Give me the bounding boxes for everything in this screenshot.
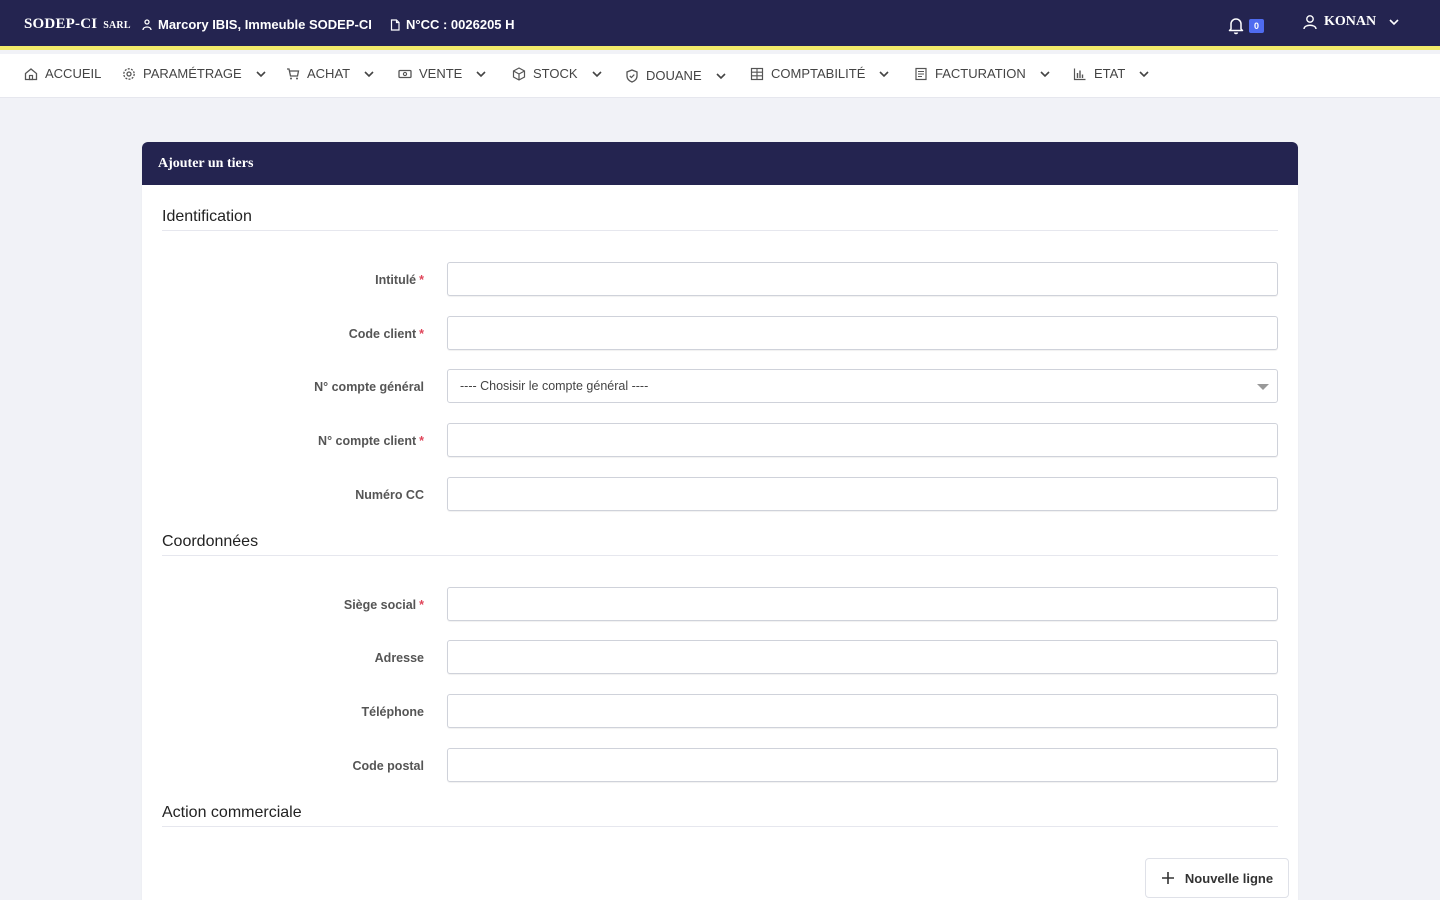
card-title: Ajouter un tiers — [142, 142, 1298, 185]
box-icon — [512, 66, 526, 81]
gear-icon — [123, 67, 135, 80]
document-icon — [390, 18, 400, 31]
invoice-icon — [915, 67, 927, 80]
user-menu[interactable]: KONAN — [1302, 14, 1400, 30]
chevron-down-icon — [879, 70, 889, 77]
chevron-down-icon — [1040, 70, 1050, 77]
chevron-down-icon — [716, 72, 726, 79]
chevron-down-icon — [1139, 70, 1149, 77]
location-icon — [142, 18, 152, 30]
location-text: Marcory IBIS, Immeuble SODEP-CI — [158, 17, 372, 32]
caret-down-icon — [1257, 384, 1269, 390]
telephone-label: Téléphone — [361, 705, 424, 719]
ncc-text: N°CC : 0026205 H — [406, 17, 515, 32]
chevron-down-icon — [256, 70, 266, 77]
nav-label: ACCUEIL — [45, 66, 102, 81]
nav-item-achat[interactable]: ACHAT — [286, 66, 375, 81]
chevron-down-icon — [591, 70, 602, 77]
nav-item-douane[interactable]: DOUANE — [625, 68, 727, 83]
bell-icon[interactable] — [1226, 15, 1246, 35]
nav-label: FACTURATION — [935, 66, 1026, 81]
nav-label: STOCK — [533, 66, 578, 81]
brand-suffix: SARL — [103, 20, 131, 31]
code-postal-input[interactable] — [447, 748, 1278, 782]
nav-item-comptabilite[interactable]: COMPTABILITÉ — [750, 66, 890, 81]
nav-label: COMPTABILITÉ — [771, 66, 866, 81]
money-icon — [398, 69, 412, 78]
company-location: Marcory IBIS, Immeuble SODEP-CI — [141, 17, 372, 32]
compte-general-label: N° compte général — [314, 380, 424, 394]
compte-client-input[interactable] — [447, 423, 1278, 457]
user-name: KONAN — [1324, 14, 1377, 29]
nav-item-parametrage[interactable]: PARAMÉTRAGE — [122, 66, 267, 81]
user-icon — [1303, 15, 1317, 30]
nav-item-facturation[interactable]: FACTURATION — [914, 66, 1051, 81]
nav-item-vente[interactable]: VENTE — [398, 66, 487, 81]
brand-logo[interactable]: SODEP-CI SARL — [24, 16, 131, 33]
code-client-input[interactable] — [447, 316, 1278, 350]
top-bar: SODEP-CI SARL Marcory IBIS, Immeuble SOD… — [0, 0, 1440, 50]
chevron-down-icon — [476, 70, 486, 77]
compte-general-selected: ---- Chosisir le compte général ---- — [460, 379, 649, 393]
chevron-down-icon — [1389, 19, 1399, 26]
siege-social-input[interactable] — [447, 587, 1278, 621]
code-postal-label: Code postal — [352, 759, 424, 773]
bar-chart-icon — [1073, 68, 1086, 80]
telephone-input[interactable] — [447, 694, 1278, 728]
nav-label: PARAMÉTRAGE — [143, 66, 242, 81]
section-identification: Identification — [162, 208, 1278, 231]
nav-item-etat[interactable]: ETAT — [1073, 66, 1150, 81]
nav-item-stock[interactable]: STOCK — [512, 66, 603, 81]
plus-icon — [1161, 872, 1174, 884]
section-action-commerciale: Action commerciale — [162, 804, 1278, 827]
add-line-label: Nouvelle ligne — [1184, 870, 1274, 886]
nav-label: DOUANE — [646, 68, 702, 83]
numero-cc-label: Numéro CC — [355, 488, 424, 502]
nav-label: ETAT — [1094, 66, 1126, 81]
nav-label: ACHAT — [307, 66, 351, 81]
intitule-label: Intitulé * — [375, 273, 424, 287]
code-client-label: Code client * — [348, 327, 424, 341]
nav-label: VENTE — [419, 66, 463, 81]
chevron-down-icon — [364, 70, 374, 77]
adresse-label: Adresse — [374, 651, 424, 665]
section-coordonnees: Coordonnées — [162, 533, 1278, 556]
numero-cc-input[interactable] — [447, 477, 1278, 511]
intitule-input[interactable] — [447, 262, 1278, 296]
cart-icon — [287, 67, 300, 79]
company-ncc: N°CC : 0026205 H — [389, 17, 515, 32]
home-icon — [24, 67, 38, 80]
shield-icon — [626, 68, 638, 83]
brand-name: SODEP-CI — [24, 16, 98, 32]
compte-general-select[interactable]: ---- Chosisir le compte général ---- — [447, 369, 1278, 403]
main-nav: ACCUEIL PARAMÉTRAGE ACHAT VENTE STOCK DO… — [0, 54, 1440, 98]
add-tiers-card: Ajouter un tiers Identification Intitulé… — [142, 142, 1298, 900]
add-line-button[interactable]: Nouvelle ligne — [1145, 858, 1289, 898]
nav-item-accueil[interactable]: ACCUEIL — [24, 66, 101, 81]
grid-icon — [750, 67, 764, 80]
siege-social-label: Siège social * — [343, 598, 424, 612]
notification-badge: 0 — [1249, 19, 1264, 33]
adresse-input[interactable] — [447, 640, 1278, 674]
compte-client-label: N° compte client * — [318, 434, 424, 448]
